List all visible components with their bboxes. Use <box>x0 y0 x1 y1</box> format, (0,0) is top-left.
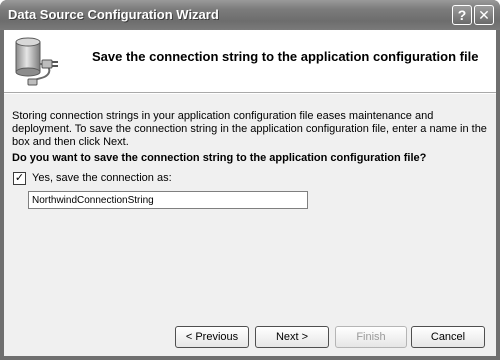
cancel-button[interactable]: Cancel <box>411 326 485 348</box>
title-bar[interactable]: Data Source Configuration Wizard ? ✕ <box>0 0 500 30</box>
save-connection-label[interactable]: Yes, save the connection as: <box>32 172 172 184</box>
help-icon: ? <box>457 7 467 23</box>
finish-button[interactable]: Finish <box>335 326 407 348</box>
close-button[interactable]: ✕ <box>474 5 494 25</box>
wizard-window: Data Source Configuration Wizard ? ✕ Sav… <box>0 0 500 360</box>
header-title: Save the connection string to the applic… <box>92 49 479 64</box>
description-text: Storing connection strings in your appli… <box>12 110 487 148</box>
question-text: Do you want to save the connection strin… <box>12 152 427 164</box>
help-button[interactable]: ? <box>452 5 472 25</box>
header-divider <box>4 93 496 94</box>
database-connection-icon <box>15 37 58 86</box>
next-button[interactable]: Next > <box>255 326 329 348</box>
save-connection-checkbox[interactable]: ✓ <box>13 172 26 185</box>
check-icon: ✓ <box>14 172 25 184</box>
previous-button[interactable]: < Previous <box>175 326 249 348</box>
wizard-header: Save the connection string to the applic… <box>4 30 496 93</box>
wizard-client-area: Save the connection string to the applic… <box>4 30 496 356</box>
window-title: Data Source Configuration Wizard <box>8 7 219 22</box>
close-icon: ✕ <box>478 7 490 23</box>
connection-name-input[interactable] <box>28 191 308 209</box>
